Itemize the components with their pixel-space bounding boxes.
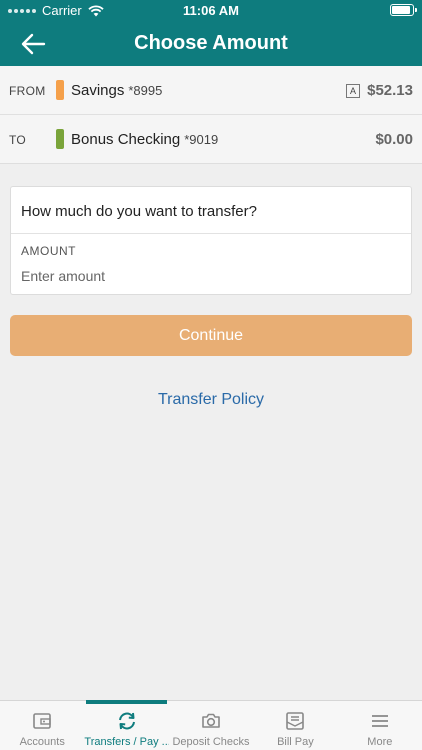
to-account-name: Bonus Checking *9019 <box>71 131 218 148</box>
tab-label: More <box>367 736 393 748</box>
to-account-mask: *9019 <box>184 132 219 147</box>
tab-bar: Accounts Transfers / Pay ... Deposit Che… <box>0 700 422 750</box>
bill-pay-icon <box>286 712 305 730</box>
account-summary: FROM Savings *8995 A $52.13 TO Bonus Chec… <box>0 66 422 164</box>
from-account-balance: $52.13 <box>367 82 413 99</box>
transfer-policy-link[interactable]: Transfer Policy <box>0 391 422 409</box>
nav-bar: Choose Amount <box>0 22 422 66</box>
to-account-row[interactable]: TO Bonus Checking *9019 $0.00 <box>0 115 422 164</box>
transfer-icon <box>118 712 135 730</box>
checking-color-indicator <box>56 129 64 149</box>
tab-label: Transfers / Pay ... <box>84 736 169 748</box>
card-divider <box>11 233 411 234</box>
tab-accounts[interactable]: Accounts <box>0 701 84 750</box>
page-title: Choose Amount <box>134 32 288 54</box>
from-account-mask: *8995 <box>128 83 163 98</box>
to-label: TO <box>9 133 27 147</box>
transfer-question: How much do you want to transfer? <box>21 203 257 220</box>
tab-label: Bill Pay <box>277 736 314 748</box>
tab-label: Deposit Checks <box>172 736 250 748</box>
status-time: 11:06 AM <box>183 3 239 18</box>
savings-color-indicator <box>56 80 64 100</box>
tab-label: Accounts <box>19 736 65 748</box>
tab-transfers[interactable]: Transfers / Pay ... <box>84 700 169 750</box>
tab-more[interactable]: More <box>338 701 422 750</box>
from-label: FROM <box>9 84 46 98</box>
amount-input[interactable] <box>21 265 401 287</box>
amount-card: How much do you want to transfer? AMOUNT <box>10 186 412 295</box>
status-bar: Carrier 11:06 AM <box>0 0 422 22</box>
battery-icon <box>390 4 417 16</box>
to-account-balance: $0.00 <box>375 131 413 148</box>
to-account-title: Bonus Checking <box>71 131 181 148</box>
tab-bill-pay[interactable]: Bill Pay <box>253 701 337 750</box>
menu-icon <box>371 715 388 727</box>
from-account-name: Savings *8995 <box>71 82 162 99</box>
from-account-title: Savings <box>71 82 125 99</box>
camera-icon <box>202 713 220 728</box>
from-account-row[interactable]: FROM Savings *8995 A $52.13 <box>0 66 422 115</box>
continue-button[interactable]: Continue <box>10 315 412 356</box>
tab-deposit-checks[interactable]: Deposit Checks <box>169 701 253 750</box>
wallet-icon <box>33 713 52 729</box>
amount-label: AMOUNT <box>21 244 76 258</box>
available-badge: A <box>346 84 360 98</box>
